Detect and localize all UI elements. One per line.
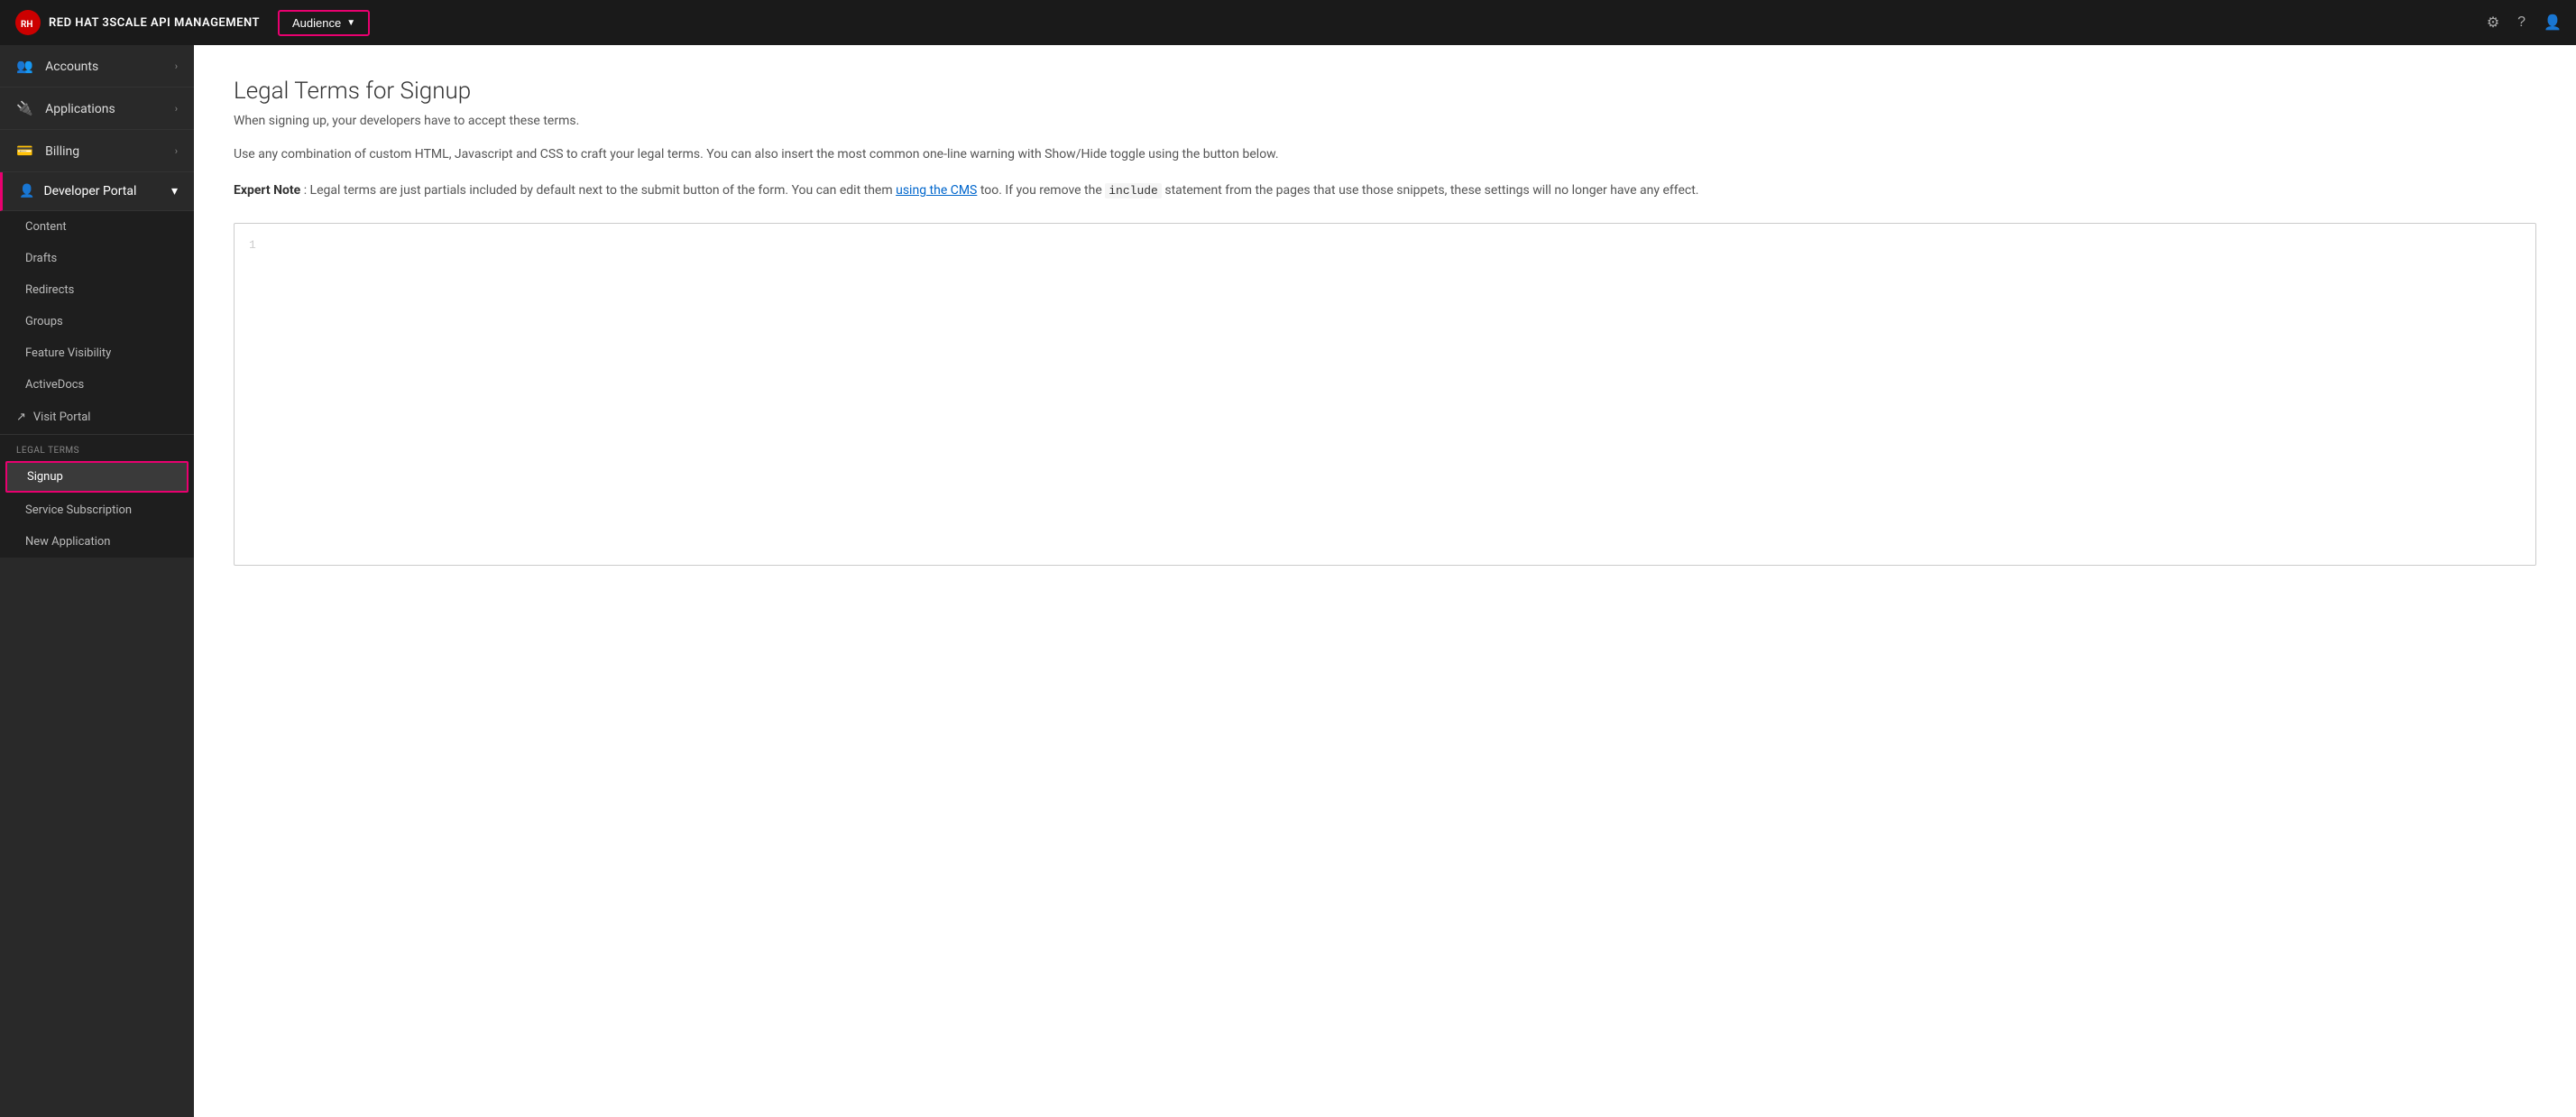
expert-note: Expert Note : Legal terms are just parti… [234,180,2536,201]
developer-portal-icon: 👤 [19,184,34,198]
svg-text:RH: RH [21,20,32,30]
sidebar-sub-groups[interactable]: Groups [0,306,194,337]
audience-dropdown-button[interactable]: Audience ▼ [278,10,370,36]
chevron-down-icon: ▼ [346,18,355,28]
billing-icon: 💳 [16,143,33,159]
nav-icon-group: ⚙ ? 👤 [2487,14,2562,32]
chevron-right-icon: › [175,60,178,72]
accounts-icon: 👥 [16,58,33,74]
sidebar-sub-feature-visibility[interactable]: Feature Visibility [0,337,194,369]
include-code: include [1105,183,1162,198]
chevron-right-icon: › [175,103,178,115]
legal-terms-section-label: Legal Terms [0,435,194,459]
applications-label: 🔌 Applications [16,100,115,116]
page-subtitle: When signing up, your developers have to… [234,114,2536,128]
billing-label: 💳 Billing [16,143,79,159]
sidebar-sub-activedocs[interactable]: ActiveDocs [0,369,194,401]
accounts-label: 👥 Accounts [16,58,98,74]
page-title: Legal Terms for Signup [234,78,2536,105]
sidebar-item-applications[interactable]: 🔌 Applications › [0,88,194,130]
settings-icon[interactable]: ⚙ [2487,14,2499,32]
applications-icon: 🔌 [16,100,33,116]
sidebar-item-billing[interactable]: 💳 Billing › [0,130,194,172]
page-description: Use any combination of custom HTML, Java… [234,144,2536,164]
sidebar-sub-redirects[interactable]: Redirects [0,274,194,306]
legal-terms-editor[interactable]: 1 [234,223,2536,566]
redhat-logo-icon: RH [14,9,41,36]
brand-name: RED HAT 3SCALE API MANAGEMENT [49,16,260,30]
cms-link[interactable]: using the CMS [896,183,977,198]
top-navigation: RH RED HAT 3SCALE API MANAGEMENT Audienc… [0,0,2576,45]
expert-note-text3: statement from the pages that use those … [1164,183,1698,198]
expert-note-text2: too. If you remove the [980,183,1105,198]
sidebar-sub-signup[interactable]: Signup [5,461,189,493]
sidebar-sub-service-subscription[interactable]: Service Subscription [0,494,194,526]
visit-portal-link[interactable]: ↗ Visit Portal [0,401,194,435]
developer-portal-submenu: Content Drafts Redirects Groups Feature … [0,211,194,558]
expert-note-text1: : Legal terms are just partials included… [304,183,896,198]
sidebar-sub-new-application[interactable]: New Application [0,526,194,558]
sidebar-sub-drafts[interactable]: Drafts [0,243,194,274]
sidebar-sub-content[interactable]: Content [0,211,194,243]
chevron-right-icon: › [175,145,178,157]
user-icon[interactable]: 👤 [2544,14,2562,32]
sidebar-item-accounts[interactable]: 👥 Accounts › [0,45,194,88]
external-link-icon: ↗ [16,411,26,424]
main-layout: 👥 Accounts › 🔌 Applications › 💳 Billing … [0,45,2576,1117]
line-number: 1 [249,238,256,252]
sidebar: 👥 Accounts › 🔌 Applications › 💳 Billing … [0,45,194,1117]
brand-logo-area: RH RED HAT 3SCALE API MANAGEMENT [14,9,260,36]
chevron-down-icon: ▾ [171,184,178,198]
expert-note-label: Expert Note [234,183,300,198]
help-icon[interactable]: ? [2517,14,2525,31]
main-content-area: Legal Terms for Signup When signing up, … [194,45,2576,1117]
sidebar-item-developer-portal[interactable]: 👤 Developer Portal ▾ [0,172,194,211]
